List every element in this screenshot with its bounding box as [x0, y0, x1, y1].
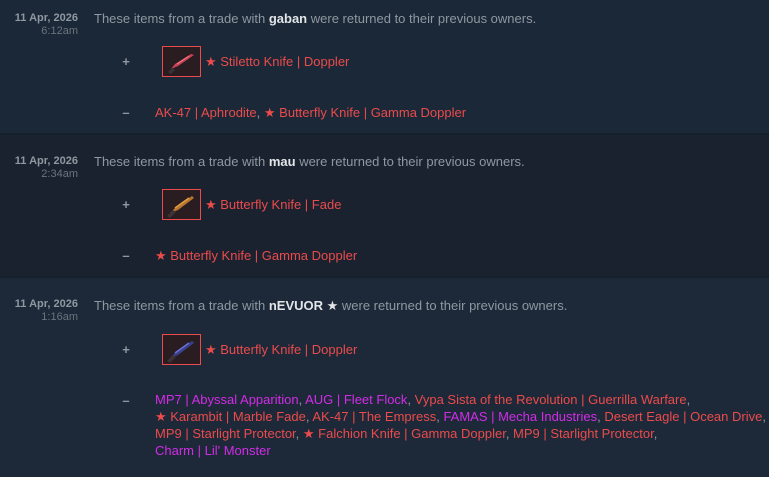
entry-description: These items from a trade with gaban were… [94, 11, 536, 26]
lost-item-name[interactable]: AUG | Fleet Flock [305, 392, 407, 407]
lost-items-line: MP7 | Abyssal Apparition, AUG | Fleet Fl… [155, 391, 767, 408]
time-label: 1:16am [41, 311, 78, 323]
minus-icon: – [122, 248, 130, 263]
lost-items: MP7 | Abyssal Apparition, AUG | Fleet Fl… [155, 391, 767, 459]
lost-item-name[interactable]: ★ Falchion Knife | Gamma Doppler [303, 426, 506, 441]
description-prefix: These items from a trade with [94, 11, 269, 26]
plus-icon: + [122, 54, 130, 69]
butterfly-knife-icon [167, 341, 194, 363]
trade-partner-name[interactable]: gaban [269, 11, 307, 26]
received-item-name[interactable]: ★ Stiletto Knife | Doppler [205, 54, 349, 70]
entry-description: These items from a trade with nEVUOR ★ w… [94, 298, 567, 314]
lost-item-name[interactable]: MP9 | Starlight Protector [155, 426, 296, 441]
lost-item-name[interactable]: MP7 | Abyssal Apparition [155, 392, 299, 407]
item-thumbnail[interactable] [162, 334, 201, 365]
list-separator: , [295, 426, 303, 441]
butterfly-knife-icon [167, 196, 194, 218]
lost-item-name[interactable]: AK-47 | Aphrodite [155, 105, 257, 120]
list-separator: , [256, 105, 264, 120]
lost-item-name[interactable]: MP9 | Starlight Protector [513, 426, 654, 441]
plus-icon: + [122, 197, 130, 212]
list-separator: , [686, 392, 691, 407]
description-prefix: These items from a trade with [94, 298, 269, 313]
list-separator: , [653, 426, 658, 441]
lost-item-name[interactable]: AK-47 | The Empress [312, 409, 436, 424]
time-label: 6:12am [41, 25, 78, 37]
entry-date: 11 Apr, 2026 1:16am [0, 298, 78, 324]
time-label: 2:34am [41, 168, 78, 180]
lost-item-name[interactable]: Desert Eagle | Ocean Drive [604, 409, 762, 424]
minus-icon: – [122, 393, 130, 408]
trade-partner-name[interactable]: nEVUOR ★ [269, 298, 338, 313]
date-label: 11 Apr, 2026 [14, 298, 78, 310]
lost-items-line: MP9 | Starlight Protector, ★ Falchion Kn… [155, 425, 767, 442]
lost-item-name[interactable]: Vypa Sista of the Revolution | Guerrilla… [415, 392, 687, 407]
description-suffix: were returned to their previous owners. [307, 11, 537, 26]
list-separator: , [762, 409, 766, 424]
date-label: 11 Apr, 2026 [14, 12, 78, 24]
lost-items-line: Charm | Lil' Monster [155, 442, 767, 459]
list-separator: , [407, 392, 415, 407]
trade-history-entry: 11 Apr, 2026 1:16am These items from a t… [0, 278, 769, 477]
trade-history-entry: 11 Apr, 2026 6:12am These items from a t… [0, 0, 769, 133]
received-item-name[interactable]: ★ Butterfly Knife | Doppler [205, 342, 357, 358]
lost-item-name[interactable]: ★ Butterfly Knife | Gamma Doppler [155, 248, 357, 263]
entry-date: 11 Apr, 2026 2:34am [0, 155, 78, 181]
description-suffix: were returned to their previous owners. [295, 154, 525, 169]
item-thumbnail[interactable] [162, 189, 201, 220]
trade-partner-name[interactable]: mau [269, 154, 296, 169]
lost-items-line: ★ Karambit | Marble Fade, AK-47 | The Em… [155, 408, 767, 425]
lost-item-name[interactable]: ★ Karambit | Marble Fade [155, 409, 306, 424]
lost-items: ★ Butterfly Knife | Gamma Doppler [155, 247, 767, 264]
description-prefix: These items from a trade with [94, 154, 269, 169]
list-separator: , [505, 426, 514, 441]
lost-item-name[interactable]: ★ Butterfly Knife | Gamma Doppler [264, 105, 466, 120]
minus-icon: – [122, 105, 130, 120]
entry-date: 11 Apr, 2026 6:12am [0, 12, 78, 38]
lost-items: AK-47 | Aphrodite, ★ Butterfly Knife | G… [155, 104, 767, 121]
plus-icon: + [122, 342, 130, 357]
description-suffix: were returned to their previous owners. [338, 298, 568, 313]
entry-description: These items from a trade with mau were r… [94, 154, 525, 169]
stiletto-knife-icon [168, 54, 194, 74]
received-item-name[interactable]: ★ Butterfly Knife | Fade [205, 197, 341, 213]
trade-history-entry: 11 Apr, 2026 2:34am These items from a t… [0, 135, 769, 276]
lost-item-name[interactable]: Charm | Lil' Monster [155, 443, 271, 458]
date-label: 11 Apr, 2026 [14, 155, 78, 167]
item-thumbnail[interactable] [162, 46, 201, 77]
trade-history-list: 11 Apr, 2026 6:12am These items from a t… [0, 0, 769, 477]
lost-item-name[interactable]: FAMAS | Mecha Industries [443, 409, 597, 424]
